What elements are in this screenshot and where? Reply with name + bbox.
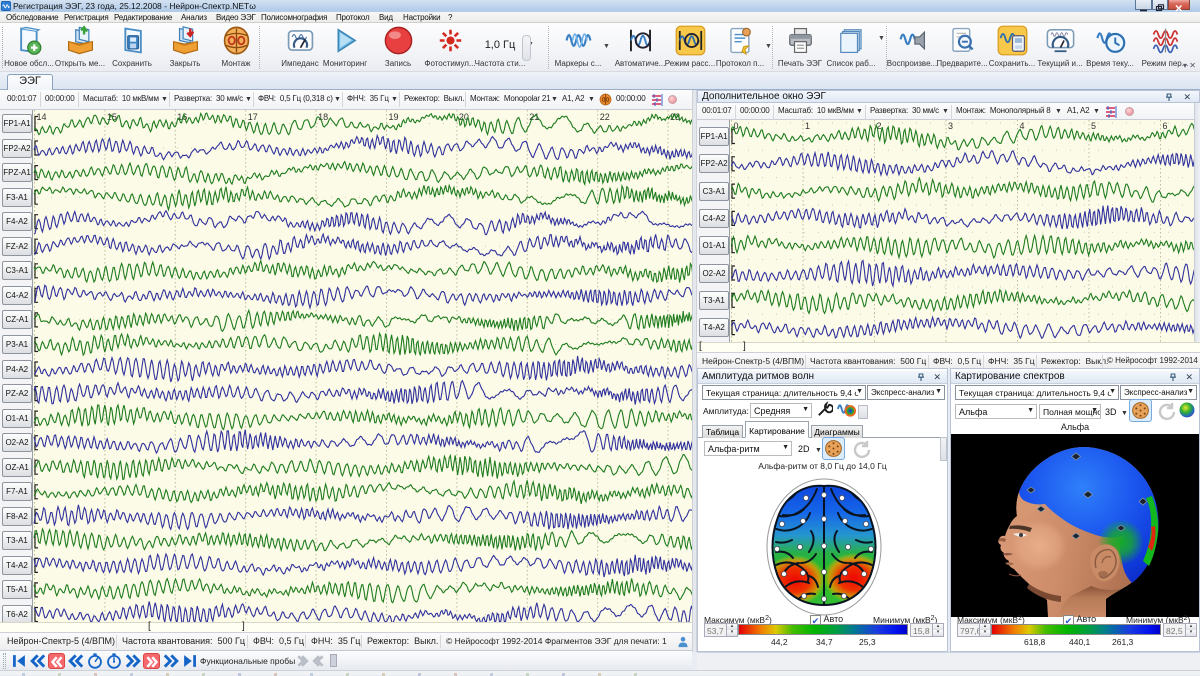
svg-text:5: 5	[1091, 121, 1096, 131]
svg-text:6: 6	[1163, 121, 1168, 131]
svg-text:14: 14	[37, 112, 47, 122]
svg-text:1: 1	[805, 121, 810, 131]
svg-text:22: 22	[600, 112, 610, 122]
svg-text:3: 3	[948, 121, 953, 131]
svg-text:19: 19	[389, 112, 399, 122]
svg-text:17: 17	[248, 112, 258, 122]
svg-text:18: 18	[318, 112, 328, 122]
